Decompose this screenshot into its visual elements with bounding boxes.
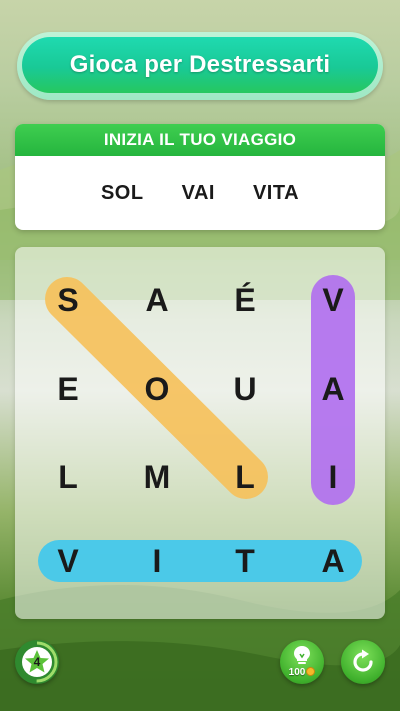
- target-words-card: INIZIA IL TUO VIAGGIO SOL VAI VITA: [15, 124, 385, 230]
- grid-cell[interactable]: O: [127, 359, 187, 419]
- target-word: VITA: [252, 181, 300, 204]
- hint-cost: 100: [288, 667, 306, 678]
- hint-button[interactable]: 100: [280, 640, 324, 684]
- header-banner: Gioca per Destressarti: [17, 32, 383, 100]
- grid-cell[interactable]: U: [215, 359, 275, 419]
- words-card-title: INIZIA IL TUO VIAGGIO: [103, 130, 297, 149]
- grid-cell[interactable]: A: [303, 531, 363, 591]
- target-word: VAI: [181, 181, 215, 204]
- grid-cell[interactable]: I: [303, 447, 363, 507]
- grid-cell[interactable]: M: [127, 447, 187, 507]
- refresh-icon: [353, 649, 373, 672]
- grid-cell[interactable]: E: [38, 359, 98, 419]
- target-word: SOL: [100, 181, 144, 204]
- refresh-button[interactable]: [341, 640, 385, 684]
- target-words-list: SOL VAI VITA: [15, 156, 385, 230]
- grid-cell[interactable]: T: [215, 531, 275, 591]
- letter-grid[interactable]: S A É V E O U A L M L I V I T A: [15, 247, 385, 619]
- grid-cell[interactable]: A: [127, 270, 187, 330]
- level-number: 4: [33, 655, 41, 669]
- level-badge[interactable]: 4: [15, 640, 59, 684]
- grid-cell[interactable]: L: [38, 447, 98, 507]
- lightbulb-icon: [294, 646, 310, 664]
- grid-cell[interactable]: I: [127, 531, 187, 591]
- grid-cell[interactable]: A: [303, 359, 363, 419]
- grid-cell[interactable]: S: [38, 270, 98, 330]
- grid-cell[interactable]: V: [303, 270, 363, 330]
- grid-cell[interactable]: V: [38, 531, 98, 591]
- page-title: Gioca per Destressarti: [69, 51, 331, 78]
- grid-cell[interactable]: É: [215, 270, 275, 330]
- grid-cell[interactable]: L: [215, 447, 275, 507]
- coin-icon: [306, 667, 316, 676]
